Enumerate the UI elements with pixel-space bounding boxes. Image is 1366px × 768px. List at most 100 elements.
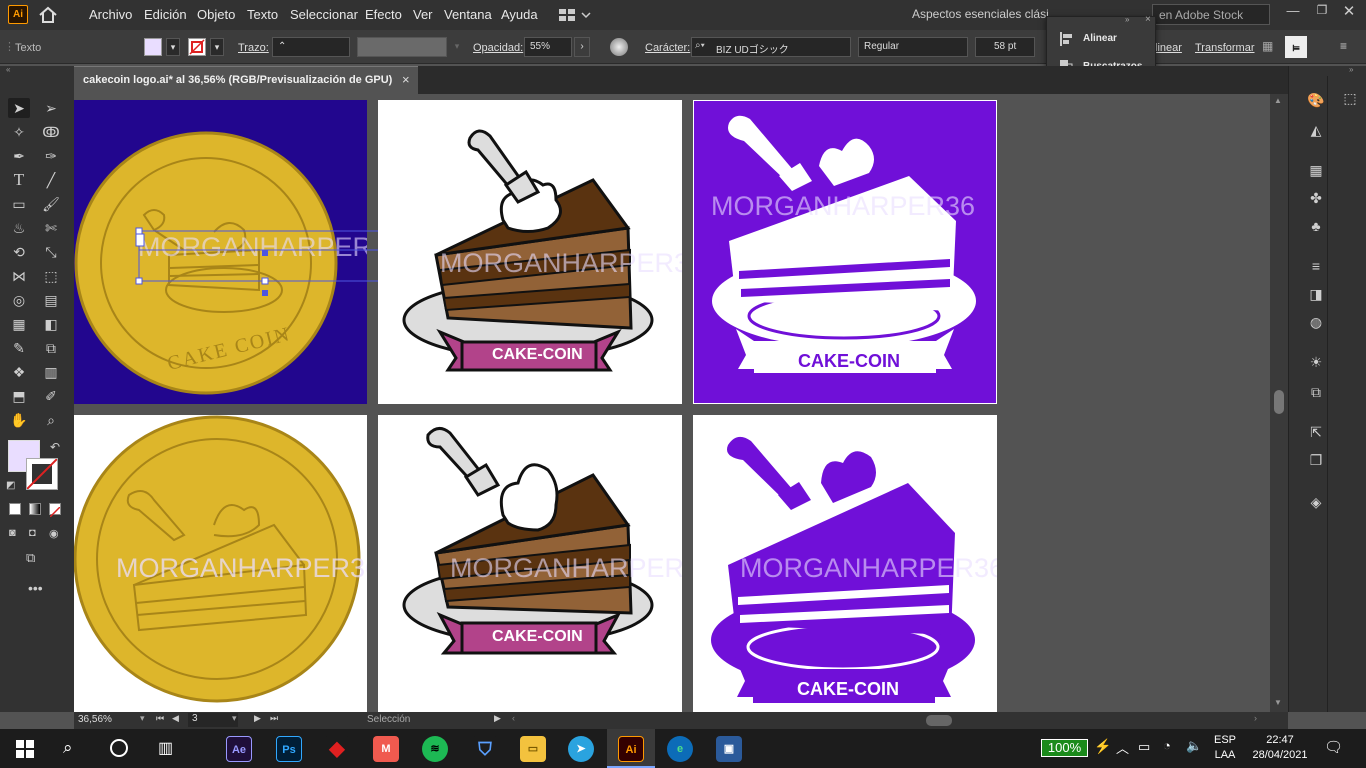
clock[interactable]: 22:47 28/04/2021	[1252, 733, 1308, 763]
artboard-tool[interactable]: ⬒	[8, 386, 30, 406]
menu-objeto[interactable]: Objeto	[197, 7, 235, 22]
stroke-dropdown-icon[interactable]: ▾	[210, 38, 224, 56]
none-mode-icon[interactable]	[49, 503, 61, 518]
scroll-down-icon[interactable]: ▼	[1274, 698, 1282, 707]
transparency-panel-icon[interactable]: ◍	[1305, 312, 1327, 332]
menu-ventana[interactable]: Ventana	[444, 7, 492, 22]
gradient-tool[interactable]: ◧	[40, 314, 62, 334]
zoom-dropdown-icon[interactable]: ▾	[140, 713, 145, 724]
arrange-documents-icon[interactable]	[558, 7, 592, 23]
graphic-styles-panel-icon[interactable]: ⧉	[1305, 382, 1327, 402]
brush-dropdown-icon[interactable]: ▾	[450, 38, 464, 56]
vertical-scrollbar[interactable]: ▲ ▼	[1270, 94, 1288, 712]
default-colors-icon[interactable]: ◩	[6, 480, 15, 491]
artboard-3[interactable]: CAKE-COIN MORGANHARPER36	[693, 100, 997, 404]
next-artboard-icon[interactable]: ▶	[254, 713, 261, 724]
fill-swatch[interactable]	[144, 38, 162, 56]
layers-panel-icon[interactable]: ◈	[1305, 492, 1327, 512]
wifi-icon[interactable]: ◔	[1163, 738, 1171, 753]
scroll-up-icon[interactable]: ▲	[1274, 96, 1282, 105]
menu-texto[interactable]: Texto	[247, 7, 278, 22]
stroke-color-box[interactable]	[26, 458, 58, 490]
flyout-collapse-icon[interactable]: »	[1125, 15, 1129, 24]
shape-builder-tool[interactable]: ◎	[8, 290, 30, 310]
status-menu-icon[interactable]: ▶	[494, 713, 501, 724]
zoom-field[interactable]: 36,56%	[78, 714, 138, 725]
rotate-tool[interactable]: ⟲	[8, 242, 30, 262]
symbols-panel-icon[interactable]: ♣	[1305, 216, 1327, 236]
dock-collapse-icon[interactable]: »	[1349, 65, 1353, 74]
magic-wand-tool[interactable]: ✧	[8, 122, 30, 142]
brushes-panel-icon[interactable]: ✤	[1305, 188, 1327, 208]
notifications-icon[interactable]: 🗨	[1324, 738, 1343, 756]
search-icon[interactable]: ⌕	[63, 738, 73, 758]
align-link[interactable]: linear	[1155, 42, 1182, 54]
file-explorer-icon[interactable]: ▭	[520, 736, 546, 762]
home-icon[interactable]	[38, 5, 58, 25]
menu-efecto[interactable]: Efecto	[365, 7, 402, 22]
start-button[interactable]	[16, 740, 34, 758]
control-panel-icon[interactable]: ▣	[716, 736, 742, 762]
cortana-icon[interactable]	[110, 739, 128, 757]
zoom-tool[interactable]: ⌕	[40, 410, 62, 430]
draw-inside-icon[interactable]: ◉	[49, 527, 59, 540]
edit-toolbar-icon[interactable]: •••	[28, 580, 43, 596]
fill-dropdown-icon[interactable]: ▾	[166, 38, 180, 56]
last-artboard-icon[interactable]: ⏭	[270, 713, 278, 724]
direct-selection-tool[interactable]: ➢	[40, 98, 62, 118]
eraser-tool[interactable]: ✄	[40, 218, 62, 238]
close-tab-icon[interactable]: ×	[402, 72, 410, 87]
swatches-panel-icon[interactable]: ▦	[1305, 160, 1327, 180]
properties-panel-icon[interactable]: ⬚	[1339, 90, 1361, 110]
swap-fill-stroke-icon[interactable]: ↶	[50, 440, 60, 454]
rectangle-tool[interactable]: ▭	[8, 194, 30, 214]
artboard-number-field[interactable]: 3	[188, 713, 238, 727]
mega-icon[interactable]: M	[373, 736, 399, 762]
text-align-icon[interactable]: ⫢	[1285, 36, 1307, 58]
stroke-panel-icon[interactable]: ≡	[1305, 256, 1327, 276]
roblox-icon[interactable]: ◆	[324, 736, 350, 762]
screen-mode-icon[interactable]: ⧉	[26, 550, 35, 566]
workspace-switcher[interactable]: Aspectos esenciales clási	[912, 7, 1049, 21]
stroke-weight-stepper[interactable]: ⌃	[272, 37, 350, 57]
menu-ayuda[interactable]: Ayuda	[501, 7, 538, 22]
stroke-swatch[interactable]	[188, 38, 206, 56]
minimize-button[interactable]: —	[1283, 3, 1303, 18]
column-graph-tool[interactable]: ▥	[40, 362, 62, 382]
power-plug-icon[interactable]: ⚡	[1094, 738, 1111, 755]
pen-tool[interactable]: ✒	[8, 146, 30, 166]
menu-archivo[interactable]: Archivo	[89, 7, 132, 22]
battery-tray-icon[interactable]: ▭	[1138, 739, 1150, 755]
draw-behind-icon[interactable]: ◘	[29, 527, 36, 539]
paintbrush-tool[interactable]: 🖌	[40, 194, 62, 214]
artboard-4[interactable]: MORGANHARPER36	[74, 415, 367, 712]
edge-icon[interactable]: e	[667, 736, 693, 762]
artboard-5[interactable]: CAKE-COIN MORGANHARPER36	[378, 415, 682, 712]
canvas[interactable]: MORGANHARPER36 CAKE COIN	[74, 94, 1270, 712]
mesh-tool[interactable]: ▦	[8, 314, 30, 334]
hand-tool[interactable]: ✋	[8, 410, 30, 430]
toolbar-collapse-icon[interactable]: «	[6, 65, 10, 74]
free-transform-tool[interactable]: ⬚	[40, 266, 62, 286]
variable-width-profile[interactable]	[357, 37, 447, 57]
artboard-dropdown-icon[interactable]: ▾	[232, 713, 237, 724]
lasso-tool[interactable]: ↂ	[40, 122, 62, 142]
type-tool[interactable]: T	[8, 170, 30, 190]
transform-link[interactable]: Transformar	[1195, 42, 1255, 54]
font-style-select[interactable]: Regular	[858, 37, 968, 57]
color-guide-panel-icon[interactable]: ◭	[1305, 120, 1327, 140]
prev-artboard-icon[interactable]: ◀	[172, 713, 179, 724]
tray-expand-icon[interactable]: ︿	[1116, 738, 1129, 757]
telegram-icon[interactable]: ➤	[568, 736, 594, 762]
eyedropper-tool[interactable]: ✎	[8, 338, 30, 358]
vpn-shield-icon[interactable]: ⛉	[472, 736, 498, 762]
font-family-input[interactable]: BIZ UDゴシック	[691, 37, 851, 57]
curvature-tool[interactable]: ✑	[40, 146, 62, 166]
first-artboard-icon[interactable]: ⏮	[156, 713, 164, 724]
opacity-arrow-icon[interactable]: ›	[574, 37, 590, 57]
hscroll-left-icon[interactable]: ‹	[512, 713, 515, 723]
width-tool[interactable]: ⋈	[8, 266, 30, 286]
slice-tool[interactable]: ✐	[40, 386, 62, 406]
menu-ver[interactable]: Ver	[413, 7, 433, 22]
draw-normal-icon[interactable]: ◙	[9, 527, 16, 539]
